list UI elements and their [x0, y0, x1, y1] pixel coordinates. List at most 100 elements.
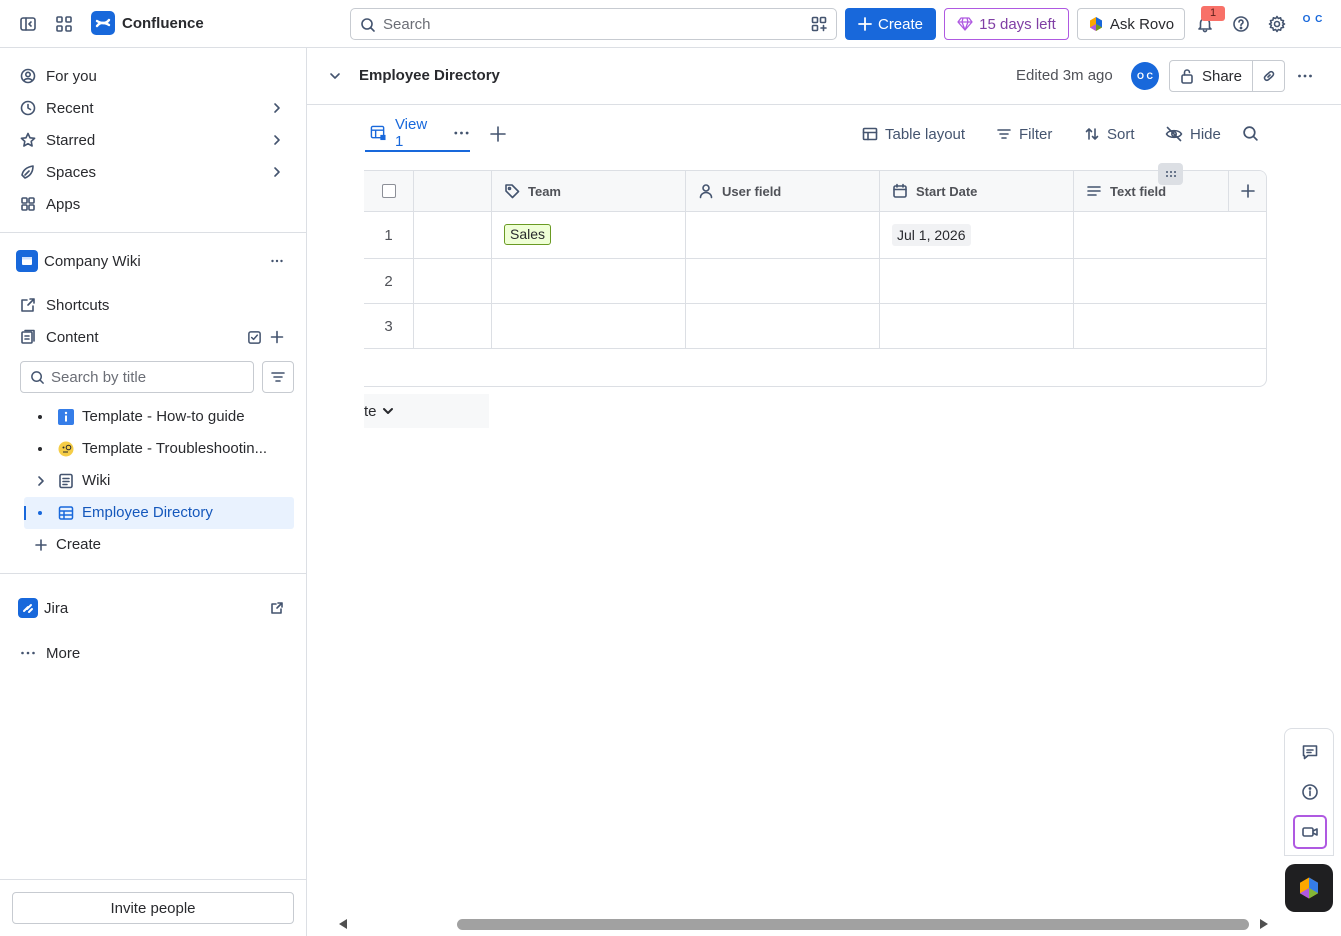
chevron-right-icon[interactable]: [34, 474, 48, 488]
scroll-right-arrow-icon[interactable]: [1258, 918, 1270, 930]
user-field-cell[interactable]: [686, 259, 880, 303]
search-icon[interactable]: [1242, 125, 1259, 142]
confluence-logo[interactable]: Confluence: [91, 11, 204, 35]
filter-button[interactable]: Filter: [996, 121, 1052, 147]
help-icon[interactable]: [1229, 12, 1253, 36]
more-actions-icon[interactable]: [1297, 68, 1313, 84]
sort-button[interactable]: Sort: [1084, 121, 1135, 147]
text-field-cell[interactable]: [1074, 259, 1266, 303]
user-field-cell[interactable]: [686, 212, 880, 258]
eye-hidden-icon: [1165, 126, 1183, 142]
tree-item-employee-directory[interactable]: Employee Directory: [24, 497, 294, 529]
add-content-plus-icon[interactable]: [270, 330, 284, 344]
horizontal-scrollbar[interactable]: [333, 912, 1277, 936]
top-navigation-bar: Confluence Search Create 15 days left As…: [0, 0, 1341, 48]
hide-button[interactable]: Hide: [1165, 121, 1221, 147]
chevron-down-icon[interactable]: [328, 69, 342, 83]
external-link-icon[interactable]: [270, 601, 284, 615]
star-icon: [20, 132, 36, 147]
title-cell[interactable]: [414, 304, 492, 348]
chevron-right-icon[interactable]: [270, 165, 284, 179]
chevron-right-icon[interactable]: [270, 101, 284, 115]
table-row: 2: [364, 259, 1266, 304]
search-input[interactable]: Search: [350, 8, 837, 40]
collaborator-avatar[interactable]: O C: [1131, 62, 1159, 90]
sidebar-item-recent[interactable]: Recent: [12, 92, 294, 124]
sidebar-item-more[interactable]: More: [12, 637, 294, 669]
column-header-team[interactable]: Team: [492, 171, 686, 211]
column-header-start-date[interactable]: Start Date: [880, 171, 1074, 211]
sidebar-item-for-you[interactable]: For you: [12, 60, 294, 92]
copy-link-button[interactable]: [1253, 60, 1285, 92]
tree-item-troubleshooting[interactable]: Template - Troubleshootin...: [24, 433, 294, 465]
filter-label: Filter: [1019, 125, 1053, 143]
row-number[interactable]: 3: [364, 304, 414, 348]
column-drag-handle[interactable]: [1158, 163, 1183, 185]
add-column-button[interactable]: [1229, 171, 1266, 211]
more-horizontal-icon[interactable]: [270, 254, 284, 268]
sidebar-divider: [0, 879, 306, 880]
start-date-cell[interactable]: [880, 259, 1074, 303]
share-button[interactable]: Share: [1169, 60, 1253, 92]
table-layout-button[interactable]: Table layout: [862, 121, 965, 147]
create-button[interactable]: Create: [845, 8, 936, 40]
settings-gear-icon[interactable]: [1265, 12, 1289, 36]
invite-people-button[interactable]: Invite people: [12, 892, 294, 924]
user-field-cell[interactable]: [686, 304, 880, 348]
space-header-company-wiki[interactable]: Company Wiki: [12, 245, 294, 277]
page-icon: [59, 473, 73, 489]
sidebar: For you Recent Starred Spaces Apps Compa…: [0, 48, 307, 936]
text-field-cell[interactable]: [1074, 212, 1266, 258]
sidebar-item-apps[interactable]: Apps: [12, 188, 294, 220]
chevron-right-icon[interactable]: [270, 133, 284, 147]
column-header-title[interactable]: [414, 171, 492, 211]
start-date-cell[interactable]: Jul 1, 2026: [880, 212, 1074, 258]
checklist-icon[interactable]: [247, 330, 262, 345]
tab-view-1[interactable]: View 1: [365, 116, 470, 152]
comments-button[interactable]: [1293, 735, 1327, 769]
sidebar-item-jira[interactable]: Jira: [12, 592, 294, 624]
clock-icon: [20, 100, 36, 116]
row-number[interactable]: 1: [364, 212, 414, 258]
details-button[interactable]: [1293, 775, 1327, 809]
select-all-checkbox[interactable]: [381, 184, 396, 198]
sidebar-search-input[interactable]: Search by title: [20, 361, 254, 393]
start-date-cell[interactable]: [880, 304, 1074, 348]
sidebar-toggle-icon[interactable]: [16, 12, 40, 36]
rovo-chat-button[interactable]: [1285, 864, 1333, 912]
app-switcher-icon[interactable]: [52, 12, 76, 36]
space-icon: [16, 250, 38, 272]
team-cell[interactable]: [492, 259, 686, 303]
sidebar-item-shortcuts[interactable]: Shortcuts: [12, 289, 294, 321]
ask-rovo-button[interactable]: Ask Rovo: [1077, 8, 1185, 40]
tree-create-button[interactable]: Create: [24, 529, 294, 561]
text-field-cell[interactable]: [1074, 304, 1266, 348]
row-number[interactable]: 2: [364, 259, 414, 303]
sidebar-item-content[interactable]: Content: [12, 321, 294, 353]
add-view-plus-icon[interactable]: [489, 125, 507, 143]
trial-button[interactable]: 15 days left: [944, 8, 1069, 40]
sidebar-item-spaces[interactable]: Spaces: [12, 156, 294, 188]
sort-chip[interactable]: te: [364, 394, 489, 428]
team-cell[interactable]: [492, 304, 686, 348]
tree-item-how-to-guide[interactable]: Template - How-to guide: [24, 401, 294, 433]
title-cell[interactable]: [414, 259, 492, 303]
team-cell[interactable]: Sales: [492, 212, 686, 258]
sidebar-filter-button[interactable]: [262, 361, 294, 393]
scrollbar-thumb[interactable]: [457, 919, 1249, 930]
sidebar-item-starred[interactable]: Starred: [12, 124, 294, 156]
search-icon: [361, 18, 375, 32]
column-header-user-field[interactable]: User field: [686, 171, 880, 211]
column-header-text-field[interactable]: Text field: [1074, 171, 1229, 211]
edited-timestamp[interactable]: Edited 3m ago: [1016, 67, 1113, 84]
org-avatar[interactable]: O C: [1300, 14, 1326, 34]
ask-rovo-label: Ask Rovo: [1109, 15, 1175, 33]
comment-icon: [1302, 745, 1318, 760]
loom-video-button[interactable]: [1293, 815, 1327, 849]
title-cell[interactable]: [414, 212, 492, 258]
tab-more-icon[interactable]: [453, 130, 470, 136]
tree-bullet: [38, 447, 42, 451]
filter-grid-icon[interactable]: [811, 16, 827, 32]
tree-item-wiki[interactable]: Wiki: [24, 465, 294, 497]
scroll-left-arrow-icon[interactable]: [337, 918, 349, 930]
